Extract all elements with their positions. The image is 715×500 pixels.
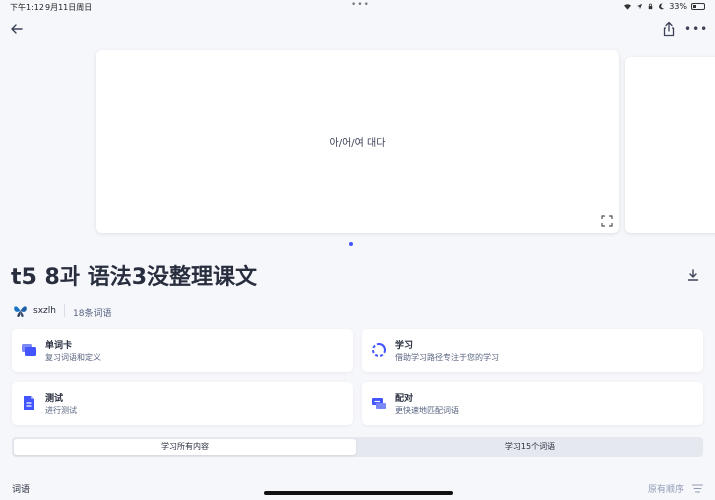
download-icon[interactable] — [686, 268, 700, 282]
mode-subtitle: 复习词语和定义 — [45, 353, 101, 362]
mode-title: 配对 — [395, 394, 414, 404]
mode-test-button[interactable]: 测试 进行测试 — [12, 382, 353, 425]
home-indicator[interactable] — [264, 491, 453, 495]
set-title: t5 8과 语法3没整理课文 — [11, 265, 257, 290]
fullscreen-icon[interactable] — [601, 215, 613, 227]
learn-icon — [372, 343, 386, 357]
lock-rotation-icon — [648, 3, 653, 10]
avatar[interactable] — [12, 302, 29, 319]
mode-title: 单词卡 — [45, 341, 73, 351]
battery-percentage: 33% — [669, 2, 687, 11]
carousel-page-indicator — [349, 242, 353, 246]
sort-icon[interactable] — [692, 484, 703, 493]
share-icon[interactable] — [660, 20, 678, 38]
status-date: 9月11日周日 — [45, 3, 93, 12]
mode-subtitle: 借助学习路径专注于您的学习 — [395, 353, 499, 362]
status-bar: 下午1:12 9月11日周日 ••• 33% — [0, 0, 715, 14]
study-scope-toggle: 学习所有内容 学习15个词语 — [12, 437, 703, 457]
more-options-button[interactable]: ••• — [684, 20, 707, 38]
multitasking-dots[interactable]: ••• — [351, 0, 370, 10]
wifi-icon — [624, 4, 632, 10]
flashcards-icon — [22, 344, 36, 356]
flashcard-term: 아/어/여 대다 — [329, 138, 386, 149]
back-arrow-icon[interactable] — [8, 20, 26, 38]
test-icon — [24, 396, 34, 410]
terms-heading: 词语 — [12, 485, 31, 495]
next-flashcard-preview[interactable] — [625, 57, 715, 233]
divider — [64, 304, 65, 317]
study-all-button[interactable]: 学习所有内容 — [14, 439, 356, 455]
term-count: 18条词语 — [73, 309, 112, 319]
moon-icon — [659, 3, 665, 10]
mode-flashcards-button[interactable]: 单词卡 复习词语和定义 — [12, 329, 353, 372]
mode-title: 测试 — [45, 394, 64, 404]
mode-subtitle: 更快速地匹配词语 — [395, 406, 459, 415]
status-indicators: 33% — [623, 2, 705, 11]
study-subset-button[interactable]: 学习15个词语 — [359, 439, 701, 455]
match-icon — [372, 398, 386, 409]
sort-dropdown[interactable]: 原有顺序 — [648, 482, 684, 495]
mode-title: 学习 — [395, 341, 414, 351]
mode-match-button[interactable]: 配对 更快速地匹配词语 — [362, 382, 703, 425]
mode-subtitle: 进行测试 — [45, 406, 77, 415]
mode-learn-button[interactable]: 学习 借助学习路径专注于您的学习 — [362, 329, 703, 372]
location-icon — [637, 3, 643, 10]
status-time: 下午1:12 — [10, 3, 44, 12]
author-name[interactable]: sxzlh — [33, 306, 56, 316]
battery-icon — [691, 3, 705, 10]
flashcard[interactable]: 아/어/여 대다 — [96, 50, 619, 233]
